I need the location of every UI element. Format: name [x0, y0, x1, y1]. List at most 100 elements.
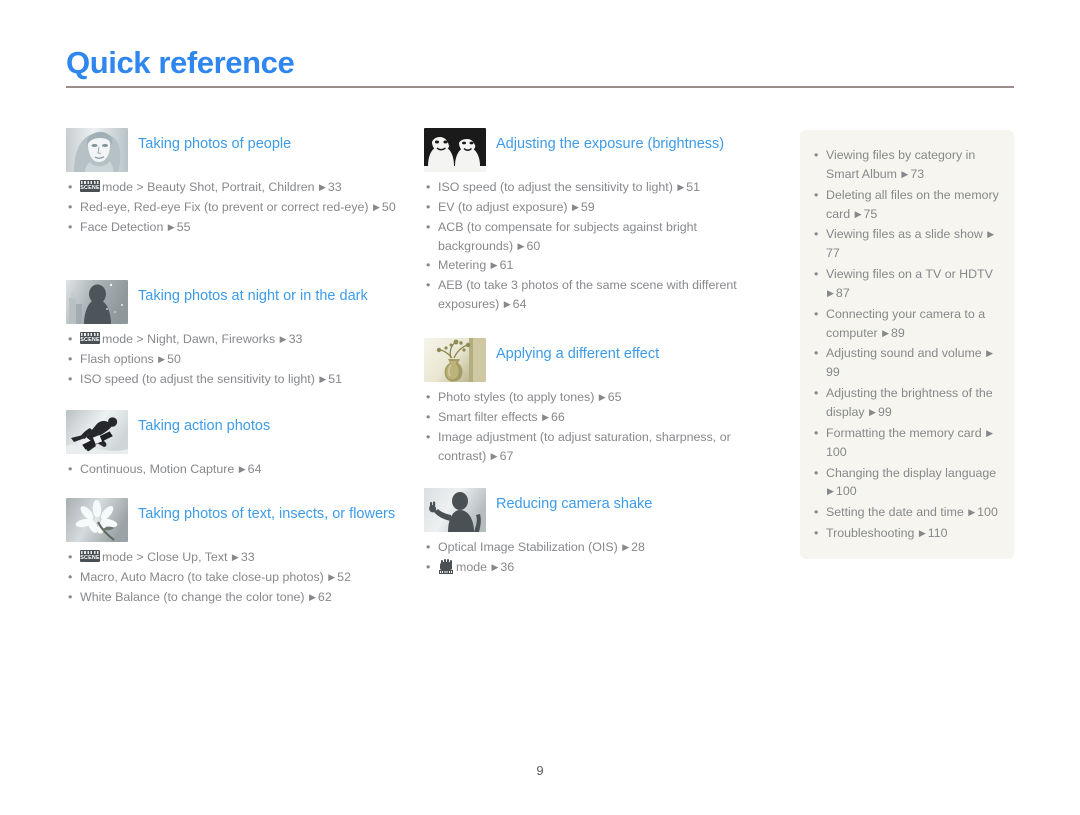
list-bullet: • [426, 258, 431, 273]
page-arrow-icon: ▶ [231, 552, 239, 562]
list-bullet: • [426, 559, 431, 574]
reference-item[interactable]: • SCENE mode > Beauty Shot, Portrait, Chil… [66, 178, 406, 197]
reference-item[interactable]: • Viewing files as a slide show ▶ 77 [812, 225, 1000, 263]
reference-section: Reducing camera shake • Optical Image Stab… [424, 488, 772, 578]
reference-item-label: ISO speed (to adjust the sensitivity to … [438, 180, 673, 194]
reference-item[interactable]: • Deleting all files on the memory card ▶… [812, 186, 1000, 224]
list-bullet: • [814, 425, 819, 440]
page-arrow-icon: ▶ [571, 201, 579, 212]
section-item-list: • SCENE mode > Close Up, Text ▶ 33 • Macro, A… [66, 548, 406, 607]
reference-item-label: Formatting the memory card [826, 425, 982, 440]
snowboarder-thumbnail [66, 410, 128, 454]
list-bullet: • [68, 199, 73, 214]
page-arrow-icon: ▶ [622, 542, 630, 552]
reference-item[interactable]: • Metering ▶ 61 [424, 256, 772, 275]
page-reference-number: 87 [835, 285, 850, 300]
page-reference-number: 75 [863, 206, 878, 221]
reference-item[interactable]: • EV (to adjust exposure) ▶ 59 [424, 198, 772, 217]
page-arrow-icon: ▶ [854, 208, 862, 219]
reference-item[interactable]: • Connecting your camera to a computer ▶ 8… [812, 305, 1000, 343]
page-arrow-icon: ▶ [373, 201, 380, 212]
reference-item[interactable]: • Optical Image Stabilization (OIS) ▶ 28 [424, 538, 772, 557]
reference-item[interactable]: • Adjusting sound and volume ▶ 99 [812, 344, 1000, 382]
reference-item-label: Adjusting sound and volume [826, 346, 982, 361]
reference-item[interactable]: • Image adjustment (to adjust saturation,… [424, 428, 772, 466]
reference-item[interactable]: • Continuous, Motion Capture ▶ 64 [66, 460, 406, 479]
list-bullet: • [814, 148, 819, 162]
reference-item[interactable]: • Red-eye, Red-eye Fix (to prevent or cor… [66, 198, 406, 217]
side-panel-list: • Viewing files by category in Smart Albu… [812, 146, 1000, 543]
page-arrow-icon: ▶ [918, 528, 926, 539]
page-reference-number: 64 [247, 462, 262, 476]
reference-item[interactable]: • Macro, Auto Macro (to take close-up pho… [66, 568, 406, 587]
section-header: Taking photos at night or in the dark [66, 280, 406, 326]
reference-item[interactable]: • ISO speed (to adjust the sensitivity to… [66, 370, 406, 389]
reference-section: Applying a different effect • Photo styles… [424, 338, 772, 466]
list-bullet: • [426, 180, 431, 194]
scene-mode-icon: SCENE [80, 550, 100, 562]
page-arrow-icon: ▶ [987, 229, 995, 240]
reference-item[interactable]: • mode ▶ 36 [424, 558, 772, 577]
reference-item[interactable]: • ACB (to compensate for subjects against… [424, 218, 772, 256]
page-arrow-icon: ▶ [167, 221, 175, 232]
reference-item-label: Smart filter effects [438, 409, 538, 424]
section-header: Taking action photos [66, 410, 406, 456]
reference-item-label: EV (to adjust exposure) [438, 199, 568, 214]
page-reference-number: 61 [499, 258, 514, 273]
reference-item[interactable]: • SCENE mode > Close Up, Text ▶ 33 [66, 548, 406, 567]
reference-item[interactable]: • SCENE mode > Night, Dawn, Fireworks ▶ 33 [66, 330, 406, 349]
page-reference-number: 33 [327, 180, 342, 194]
page-reference-number: 55 [176, 219, 191, 234]
reference-item[interactable]: • Troubleshooting ▶ 110 [812, 524, 1000, 543]
page-arrow-icon: ▶ [309, 591, 316, 602]
page-reference-number: 51 [328, 371, 343, 386]
reference-item[interactable]: • Smart filter effects ▶ 66 [424, 408, 772, 427]
reference-item[interactable]: • Adjusting the brightness of the display… [812, 384, 1000, 422]
reference-item-label: mode > Night, Dawn, Fireworks [102, 332, 276, 346]
page-arrow-icon: ▶ [901, 168, 909, 179]
page-reference-number: 33 [240, 550, 255, 564]
reference-item[interactable]: • White Balance (to change the color tone… [66, 588, 406, 607]
section-header: Adjusting the exposure (brightness) [424, 128, 772, 174]
reference-item[interactable]: • ISO speed (to adjust the sensitivity to… [424, 178, 772, 197]
night-scene-thumbnail [66, 280, 128, 324]
page-header: Quick reference [66, 46, 1014, 89]
reference-item[interactable]: • AEB (to take 3 photos of the same scene… [424, 276, 772, 314]
person-waving-thumbnail [424, 488, 486, 532]
flower-thumbnail [66, 498, 128, 542]
page-number: 9 [536, 763, 544, 778]
reference-item-label: Setting the date and time [826, 505, 964, 520]
reference-item[interactable]: • Setting the date and time ▶ 100 [812, 503, 1000, 522]
reference-item[interactable]: • Viewing files by category in Smart Albu… [812, 146, 1000, 184]
reference-item-label: Face Detection [80, 219, 164, 234]
page-reference-number: 100 [826, 444, 847, 459]
page-reference-number: 65 [607, 390, 622, 404]
list-bullet: • [68, 180, 73, 194]
page-reference-number: 59 [580, 199, 595, 214]
page-reference-number: 64 [512, 297, 527, 312]
page-reference-number: 36 [500, 559, 515, 574]
page-arrow-icon: ▶ [491, 561, 499, 572]
reference-item[interactable]: • Flash options ▶ 50 [66, 350, 406, 369]
reference-item-label: mode [456, 559, 487, 574]
title-divider [66, 86, 1014, 89]
document-page: Quick reference Taking photos of people •… [0, 0, 1080, 815]
list-bullet: • [426, 540, 431, 554]
section-header: Reducing camera shake [424, 488, 772, 534]
reference-item-label: Macro, Auto Macro (to take close-up phot… [80, 569, 324, 584]
reference-item[interactable]: • Changing the display language ▶ 100 [812, 464, 1000, 502]
reference-item-label: ACB (to compensate for subjects against … [438, 219, 697, 253]
page-arrow-icon: ▶ [490, 260, 498, 271]
reference-item[interactable]: • Face Detection ▶ 55 [66, 218, 406, 237]
list-bullet: • [68, 371, 73, 386]
page-arrow-icon: ▶ [158, 353, 166, 364]
reference-item[interactable]: • Viewing files on a TV or HDTV ▶ 87 [812, 265, 1000, 303]
section-header: Taking photos of people [66, 128, 406, 174]
reference-section: Taking photos at night or in the dark • SC… [66, 280, 406, 390]
page-reference-number: 28 [631, 540, 645, 554]
reference-item[interactable]: • Photo styles (to apply tones) ▶ 65 [424, 388, 772, 407]
reference-item-label: Adjusting the brightness of the display [826, 386, 993, 419]
page-reference-number: 50 [167, 351, 181, 366]
reference-item[interactable]: • Formatting the memory card ▶ 100 [812, 424, 1000, 462]
reference-item-label: ISO speed (to adjust the sensitivity to … [80, 371, 315, 386]
